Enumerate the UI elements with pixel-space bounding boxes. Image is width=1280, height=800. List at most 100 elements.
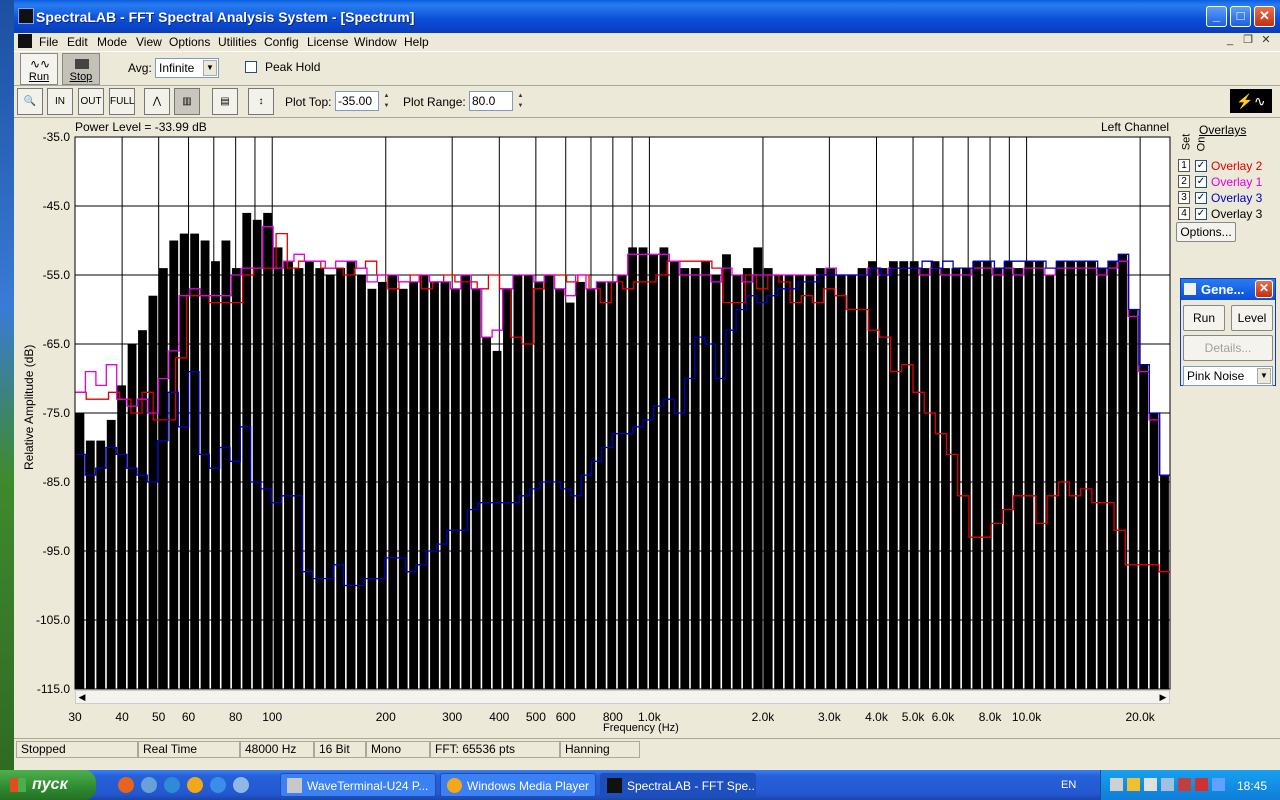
language-indicator[interactable]: EN bbox=[1061, 779, 1076, 791]
clock: 18:45 bbox=[1237, 779, 1268, 793]
taskbar-item-media-player[interactable]: Windows Media Player bbox=[440, 773, 596, 797]
search-icon[interactable] bbox=[164, 777, 180, 793]
chevron-down-icon[interactable]: ▼ bbox=[203, 60, 217, 76]
x-tick-label: 100 bbox=[262, 710, 283, 724]
generator-title: Gene... bbox=[1201, 282, 1245, 297]
menu-edit[interactable]: Edit bbox=[67, 33, 88, 51]
chevron-down-icon[interactable]: ▼ bbox=[1257, 368, 1271, 384]
maximize-button[interactable]: □ bbox=[1230, 6, 1251, 27]
menu-file[interactable]: File bbox=[39, 33, 58, 51]
table-view-icon[interactable]: ▤ bbox=[212, 88, 238, 115]
y-tick-label: -45.0 bbox=[42, 199, 70, 213]
scroll-left-icon[interactable]: ◀ bbox=[76, 691, 88, 703]
line-mode-icon[interactable]: ⋀ bbox=[144, 88, 170, 115]
x-tick-label: 10.0k bbox=[1011, 710, 1042, 724]
antivirus-icon[interactable] bbox=[1178, 778, 1191, 791]
plot-toolbar bbox=[14, 86, 1280, 118]
overlay-set-button[interactable]: 3 bbox=[1178, 191, 1190, 204]
start-label: пуск bbox=[32, 776, 68, 793]
overlay-checkbox[interactable]: ✓ bbox=[1195, 208, 1207, 220]
x-tick-label: 2.0k bbox=[751, 710, 775, 724]
document-icon[interactable] bbox=[18, 34, 32, 48]
channel-label: Left Channel bbox=[1101, 120, 1170, 134]
internet-explorer-icon[interactable] bbox=[210, 777, 226, 793]
windows-logo-icon bbox=[10, 778, 26, 792]
x-tick-label: 400 bbox=[489, 710, 510, 724]
menu-license[interactable]: License bbox=[307, 33, 348, 51]
bar-mode-icon[interactable]: ▥ bbox=[174, 88, 200, 115]
zoom-out-full-icon[interactable]: FULL bbox=[109, 88, 135, 115]
overlay-checkbox[interactable]: ✓ bbox=[1195, 176, 1207, 188]
y-axis-label: Relative Amplitude (dB) bbox=[22, 344, 36, 470]
status-sample-rate: 48000 Hz bbox=[240, 741, 314, 758]
monitor-icon[interactable] bbox=[1161, 778, 1174, 791]
y-tick-label: -115.0 bbox=[36, 682, 70, 696]
zoom-out-2x-icon[interactable]: OUT bbox=[78, 88, 104, 115]
menu-mode[interactable]: Mode bbox=[97, 33, 127, 51]
network-icon[interactable] bbox=[1110, 778, 1123, 791]
plot-range-input[interactable]: 80.0 bbox=[469, 91, 513, 111]
menu-config[interactable]: Config bbox=[264, 33, 299, 51]
generator-level-button[interactable]: Level bbox=[1231, 305, 1273, 331]
bluetooth-icon[interactable] bbox=[1212, 778, 1225, 791]
volume-icon[interactable] bbox=[1127, 778, 1140, 791]
plot-range-spinner-icon[interactable]: ▲ ▼ bbox=[516, 91, 525, 111]
x-tick-label: 1.0k bbox=[638, 710, 661, 724]
plot-range-label: Plot Range: bbox=[403, 95, 466, 109]
overlay-checkbox[interactable]: ✓ bbox=[1195, 192, 1207, 204]
mdi-close-icon[interactable]: ✕ bbox=[1259, 34, 1273, 48]
overlays-title: Overlays bbox=[1199, 123, 1247, 137]
generator-logo-icon[interactable]: ⚡∿ bbox=[1230, 89, 1272, 113]
taskbar-item-spectralab[interactable]: SpectraLAB - FFT Spe... bbox=[600, 773, 756, 797]
firefox-icon[interactable] bbox=[118, 777, 134, 793]
avg-select[interactable]: Infinite ▼ bbox=[155, 58, 219, 78]
mdi-minimize-icon[interactable]: _ bbox=[1223, 34, 1237, 48]
zoom-icon[interactable]: 🔍 bbox=[17, 88, 43, 115]
media-player-icon[interactable] bbox=[187, 777, 203, 793]
x-tick-label: 6.0k bbox=[931, 710, 955, 724]
menu-utilities[interactable]: Utilities bbox=[218, 33, 257, 51]
plot-area[interactable] bbox=[75, 137, 1170, 690]
y-tick-label: -75.0 bbox=[42, 406, 70, 420]
menu-view[interactable]: View bbox=[136, 33, 162, 51]
x-tick-label: 5.0k bbox=[901, 710, 925, 724]
show-desktop-icon[interactable] bbox=[233, 777, 249, 793]
autoscale-icon[interactable]: ↕ bbox=[248, 88, 274, 115]
overlay-set-button[interactable]: 1 bbox=[1178, 159, 1190, 172]
overlay-set-button[interactable]: 2 bbox=[1178, 175, 1190, 188]
minimize-button[interactable]: _ bbox=[1206, 6, 1227, 27]
safely-remove-icon[interactable] bbox=[1144, 778, 1157, 791]
generator-close-icon[interactable]: ✕ bbox=[1255, 280, 1273, 298]
stop-button[interactable]: Stop bbox=[62, 53, 100, 85]
x-tick-label: 80 bbox=[228, 710, 243, 724]
overlay-label: Overlay 3 bbox=[1211, 191, 1263, 205]
horizontal-scrollbar[interactable]: ◀ ▶ bbox=[75, 690, 1170, 704]
signal-type-select[interactable]: Pink Noise ▼ bbox=[1183, 366, 1273, 386]
zoom-in-2x-icon[interactable]: IN bbox=[47, 88, 73, 115]
scroll-right-icon[interactable]: ▶ bbox=[1157, 691, 1169, 703]
set-column-header: Set bbox=[1180, 133, 1193, 151]
app-icon bbox=[18, 8, 34, 24]
overlay-set-button[interactable]: 4 bbox=[1178, 207, 1190, 220]
peak-hold-checkbox[interactable] bbox=[245, 61, 257, 73]
menu-help[interactable]: Help bbox=[404, 33, 429, 51]
mdi-restore-icon[interactable]: ❐ bbox=[1241, 34, 1255, 48]
run-button[interactable]: ∿∿ Run bbox=[20, 53, 58, 85]
close-button[interactable]: ✕ bbox=[1254, 6, 1275, 27]
status-mode: Real Time bbox=[138, 741, 240, 758]
plot-top-input[interactable]: -35.00 bbox=[335, 91, 379, 111]
power-level-readout: Power Level = -33.99 dB bbox=[75, 120, 207, 134]
overlay-checkbox[interactable]: ✓ bbox=[1195, 160, 1207, 172]
y-tick-label: -105.0 bbox=[35, 613, 70, 627]
quicklaunch-icon[interactable] bbox=[141, 777, 157, 793]
x-tick-label: 20.0k bbox=[1125, 710, 1155, 724]
overlay-options-button[interactable]: Options... bbox=[1176, 222, 1236, 242]
menu-options[interactable]: Options bbox=[169, 33, 210, 51]
menu-window[interactable]: Window bbox=[354, 33, 397, 51]
generator-run-button[interactable]: Run bbox=[1183, 305, 1225, 331]
alert-icon[interactable] bbox=[1195, 778, 1208, 791]
status-state: Stopped bbox=[16, 741, 138, 758]
plot-top-spinner-icon[interactable]: ▲ ▼ bbox=[382, 91, 391, 111]
taskbar-item-waveterminal[interactable]: WaveTerminal-U24 P... bbox=[280, 773, 436, 797]
x-tick-label: 300 bbox=[442, 710, 463, 724]
